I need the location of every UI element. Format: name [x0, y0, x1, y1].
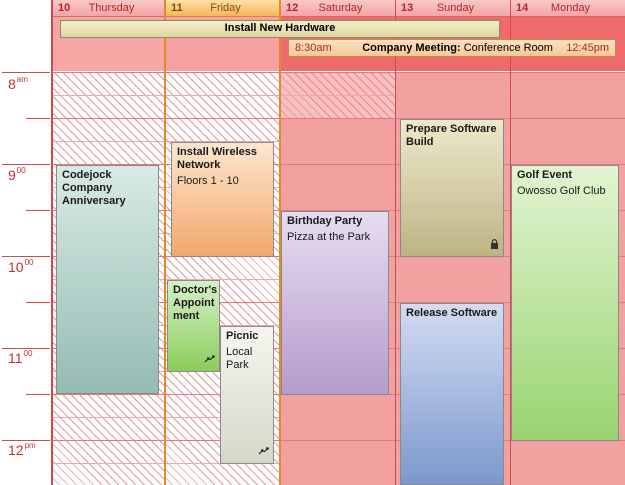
event-birthday-party[interactable]: Birthday Party Pizza at the Park	[281, 211, 389, 395]
grid-line	[52, 141, 625, 142]
column-divider	[164, 0, 166, 485]
hour-label-11: 1100	[8, 349, 33, 366]
grid-line	[52, 463, 625, 464]
event-title: Doctor's Appoint ment	[173, 284, 218, 322]
day-header-sunday[interactable]: 13 Sunday	[395, 0, 510, 17]
ruler-tick	[2, 72, 50, 73]
time-ruler: 8am 900 1000 1100 12pm	[0, 0, 52, 485]
event-title: Prepare Software Build	[406, 123, 497, 148]
day-header-friday[interactable]: 11 Friday	[165, 0, 280, 17]
hour-label-9: 900	[8, 166, 26, 183]
event-codejock-anniversary[interactable]: Codejock Company Anniversary	[56, 165, 159, 394]
allday-event-install-hardware[interactable]: Install New Hardware	[60, 20, 500, 38]
hour-label-10: 1000	[8, 258, 34, 275]
ruler-tick	[2, 256, 50, 257]
event-location: Floors 1 - 10	[177, 175, 239, 187]
event-picnic[interactable]: Picnic Local Park	[220, 326, 274, 464]
event-location: Owosso Golf Club	[517, 185, 606, 197]
ruler-tick	[26, 210, 50, 211]
event-release-software[interactable]: Release Software	[400, 303, 504, 485]
ruler-tick	[2, 348, 50, 349]
lock-icon	[490, 239, 499, 253]
ruler-tick	[26, 118, 50, 119]
ruler-tick	[2, 164, 50, 165]
event-start-time: 8:30am	[295, 42, 332, 54]
hour-label-12: 12pm	[8, 441, 36, 458]
ruler-tick	[26, 394, 50, 395]
allday-event-company-meeting[interactable]: 8:30am Company Meeting: Conference Room …	[288, 39, 616, 57]
recurring-icon	[204, 355, 215, 368]
column-divider	[52, 0, 53, 485]
event-title: Codejock Company Anniversary	[62, 169, 126, 207]
event-location: Local Park	[226, 346, 253, 371]
event-title: Picnic	[226, 330, 259, 342]
event-install-wireless-network[interactable]: Install Wireless Network Floors 1 - 10	[171, 142, 274, 257]
event-doctors-appointment[interactable]: Doctor's Appoint ment	[167, 280, 220, 372]
event-location: Pizza at the Park	[287, 231, 371, 243]
grid-line	[52, 95, 625, 96]
calendar-week-view: 8am 900 1000 1100 12pm 10 Thursday 11 Frid…	[0, 0, 625, 485]
column-divider	[395, 0, 396, 485]
event-title: Install Wireless Network	[177, 146, 257, 171]
event-golf-event[interactable]: Golf Event Owosso Golf Club	[511, 165, 619, 441]
hour-label-8: 8am	[8, 75, 28, 92]
day-header-thursday[interactable]: 10 Thursday	[52, 0, 165, 17]
event-prepare-software-build[interactable]: Prepare Software Build	[400, 119, 504, 257]
ruler-tick	[2, 440, 50, 441]
event-title: Birthday Party	[287, 215, 363, 227]
event-title: Release Software	[406, 307, 498, 319]
grid-line	[52, 72, 625, 73]
day-header-monday[interactable]: 14 Monday	[510, 0, 625, 17]
event-title: Golf Event	[517, 169, 573, 181]
event-location: Conference Room	[463, 42, 553, 54]
ruler-tick	[26, 302, 50, 303]
event-end-time: 12:45pm	[566, 42, 609, 54]
event-title: Company Meeting:	[362, 42, 461, 54]
recurring-icon	[258, 447, 269, 460]
grid-line	[52, 118, 625, 119]
allday-event-title: Install New Hardware	[224, 22, 336, 34]
day-header-saturday[interactable]: 12 Saturday	[280, 0, 395, 17]
